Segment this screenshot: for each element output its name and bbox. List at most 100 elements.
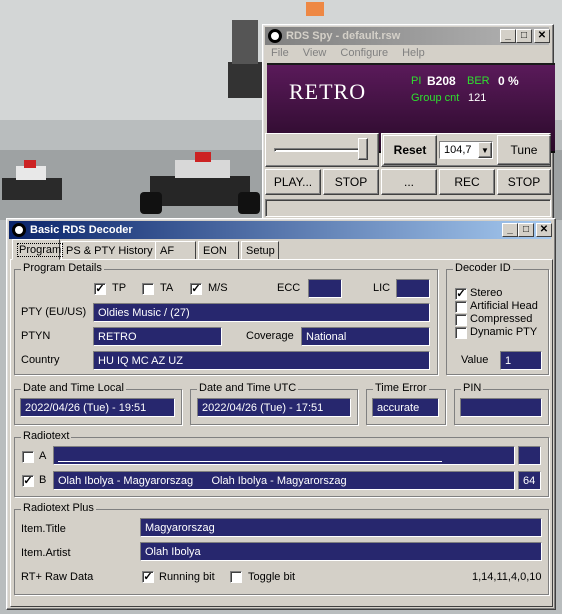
tab-af[interactable]: AF	[155, 241, 196, 260]
tp-checkbox[interactable]: ✓	[94, 283, 106, 295]
group-cnt-value: 121	[468, 92, 487, 104]
ms-checkbox[interactable]: ✓	[190, 283, 202, 295]
slider-thumb[interactable]	[358, 138, 368, 160]
dt-utc-value: 2022/04/26 (Tue) - 17:51	[202, 401, 324, 414]
item-artist-label: Item.Artist	[21, 547, 71, 559]
rds-spy-app-icon	[268, 29, 282, 43]
rt-b-value: Olah Ibolya - Magyarorszag Olah Ibolya -…	[58, 474, 347, 487]
dynamic-pty-label: Dynamic PTY	[470, 326, 538, 338]
ta-checkbox[interactable]	[142, 283, 154, 295]
compressed-label: Compressed	[470, 313, 533, 325]
reset-button[interactable]: Reset	[383, 135, 437, 165]
ptyn-field: RETRO	[93, 327, 222, 346]
decoder-title: Basic RDS Decoder	[30, 224, 133, 236]
decoder-maximize-button[interactable]: □	[518, 223, 534, 237]
rt-b-count-field: 64	[518, 471, 541, 490]
minimize-button[interactable]: _	[500, 29, 516, 43]
rt-a-field	[53, 446, 515, 465]
decoder-titlebar[interactable]: Basic RDS Decoder	[9, 221, 551, 239]
coverage-field: National	[301, 327, 430, 346]
tune-button[interactable]: Tune	[497, 135, 551, 165]
dt-local-value: 2022/04/26 (Tue) - 19:51	[25, 401, 147, 414]
coverage-label: Coverage	[246, 330, 294, 342]
volume-panel	[265, 133, 379, 167]
compressed-checkbox[interactable]	[455, 314, 467, 326]
rt-a-underline	[58, 461, 442, 462]
decoder-id-title: Decoder ID	[453, 262, 513, 274]
tab-ps-pty-history-label: PS & PTY History	[66, 244, 153, 257]
item-title-field: Magyarorszag	[140, 518, 542, 537]
tab-eon-label: EON	[203, 244, 227, 257]
country-label: Country	[21, 354, 60, 366]
tab-program[interactable]: Program	[12, 239, 64, 260]
raw-data-value: 1,14,11,4,0,10	[472, 571, 542, 583]
rt-b-label: B	[39, 474, 47, 486]
country-field: HU IQ MC AZ UZ	[93, 351, 430, 370]
lic-label: LIC	[373, 282, 391, 294]
stop-button[interactable]: STOP	[323, 169, 379, 195]
time-error-value: accurate	[377, 401, 420, 414]
decoder-app-icon	[12, 223, 26, 237]
dots-button[interactable]: ...	[381, 169, 437, 195]
ber-label: BER	[467, 75, 490, 87]
menu-configure[interactable]: Configure	[340, 47, 388, 59]
item-artist-field: Olah Ibolya	[140, 542, 542, 561]
menu-file[interactable]: File	[271, 47, 289, 59]
toggle-bit-label: Toggle bit	[248, 571, 296, 583]
maximize-button[interactable]: □	[516, 29, 532, 43]
rtplus-title: Radiotext Plus	[21, 502, 96, 514]
decoder-close-button[interactable]: ✕	[536, 223, 552, 237]
menu-view[interactable]: View	[303, 47, 327, 59]
stop-rec-button[interactable]: STOP	[497, 169, 551, 195]
rt-b-checkbox[interactable]: ✓	[22, 475, 34, 487]
toggle-bit-checkbox[interactable]	[230, 571, 242, 583]
artificial-head-label: Artificial Head	[470, 300, 538, 312]
dynamic-pty-checkbox[interactable]	[455, 327, 467, 339]
rt-raw-label: RT+ Raw Data	[21, 571, 94, 583]
menu-help[interactable]: Help	[402, 47, 425, 59]
play-button[interactable]: PLAY...	[265, 169, 321, 195]
pin-title: PIN	[461, 382, 484, 394]
value-field: 1	[500, 351, 542, 370]
tab-eon[interactable]: EON	[198, 241, 239, 260]
tp-label: TP	[112, 282, 127, 294]
pty-label: PTY (EU/US)	[21, 306, 87, 318]
item-artist-value: Olah Ibolya	[145, 545, 201, 558]
frequency-value: 104,7	[444, 144, 472, 156]
lic-field	[396, 279, 430, 298]
tab-ps-pty-history[interactable]: PS & PTY History	[61, 241, 158, 260]
frequency-select[interactable]: 104,7 ▼	[439, 141, 493, 159]
ber-value: 0 %	[498, 74, 519, 88]
rds-spy-title: RDS Spy - default.rsw	[286, 30, 401, 42]
radiotext-title: Radiotext	[21, 430, 72, 442]
ecc-field	[308, 279, 342, 298]
decoder-minimize-button[interactable]: _	[502, 223, 518, 237]
rt-b-field: Olah Ibolya - Magyarorszag Olah Ibolya -…	[53, 471, 515, 490]
ptyn-label: PTYN	[21, 330, 51, 342]
chevron-down-icon[interactable]: ▼	[478, 142, 492, 158]
rt-a-checkbox[interactable]	[22, 451, 34, 463]
pi-value: B208	[427, 74, 456, 88]
time-error-title: Time Error	[373, 382, 429, 394]
program-details-title: Program Details	[21, 262, 104, 274]
tab-setup[interactable]: Setup	[241, 241, 279, 260]
running-bit-checkbox[interactable]: ✓	[142, 571, 154, 583]
time-error-field: accurate	[372, 398, 439, 417]
rds-spy-menubar: File View Configure Help	[267, 47, 425, 59]
artificial-head-checkbox[interactable]	[455, 301, 467, 313]
ms-label: M/S	[208, 282, 228, 294]
rt-a-count-field	[518, 446, 541, 465]
running-bit-label: Running bit	[159, 571, 215, 583]
value-value: 1	[505, 354, 512, 367]
item-title-value: Magyarorszag	[145, 521, 215, 534]
pty-field: Oldies Music / (27)	[93, 303, 430, 322]
ecc-label: ECC	[277, 282, 301, 294]
close-button[interactable]: ✕	[534, 29, 550, 43]
value-label: Value	[461, 354, 489, 366]
pin-field	[460, 398, 542, 417]
rec-button[interactable]: REC	[439, 169, 495, 195]
coverage-value: National	[306, 330, 347, 343]
dt-local-title: Date and Time Local	[21, 382, 126, 394]
dt-utc-title: Date and Time UTC	[197, 382, 299, 394]
stereo-checkbox[interactable]: ✓	[455, 288, 467, 300]
